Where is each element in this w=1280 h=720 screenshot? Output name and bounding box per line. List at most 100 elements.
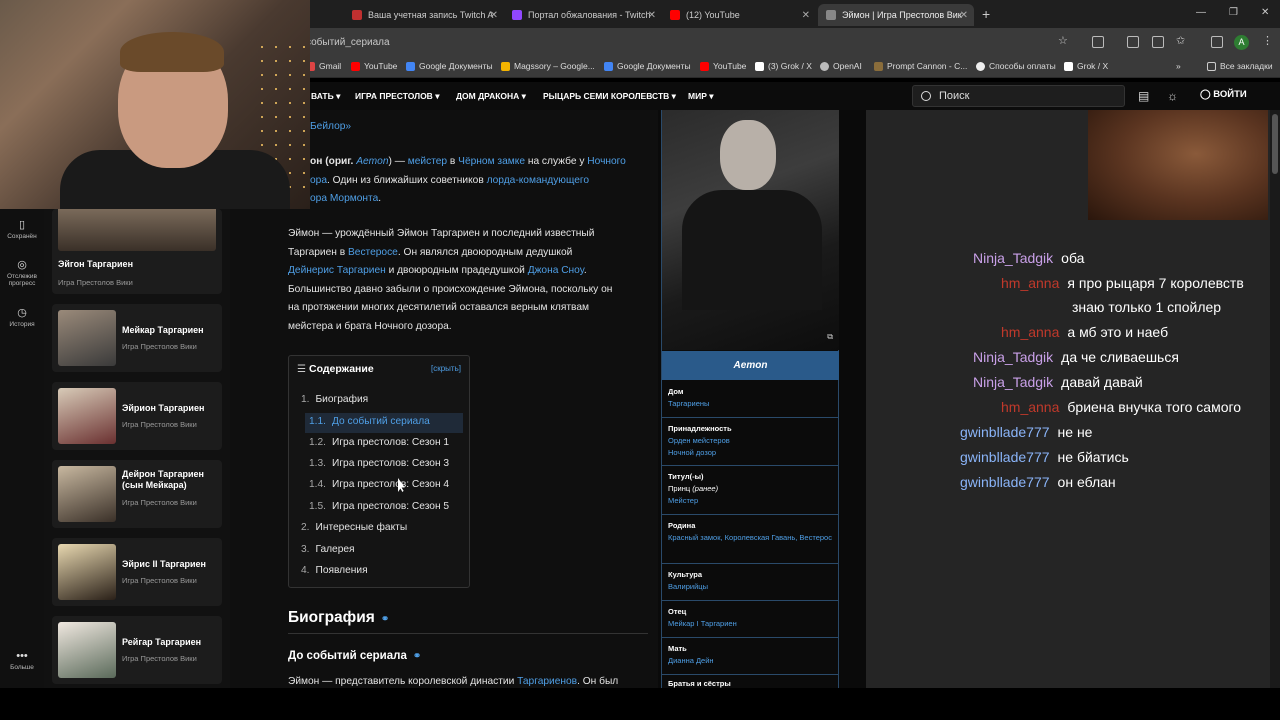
character-portrait[interactable]: ⧉	[662, 110, 839, 350]
article-link[interactable]: Бейлор»	[310, 121, 351, 132]
scrollbar[interactable]	[1270, 110, 1280, 688]
bookmark-gmail[interactable]: Gmail	[306, 61, 341, 71]
theme-toggle-icon[interactable]: ☼	[1167, 89, 1178, 103]
related-card[interactable]: Эйгон Таргариен Игра Престолов Вики	[52, 209, 222, 294]
chat-user[interactable]: hm_anna	[1001, 399, 1059, 415]
link-icon[interactable]: ⚭	[381, 614, 389, 625]
new-tab-button[interactable]: +	[982, 6, 990, 22]
toc-item[interactable]: 1.2. Игра престолов: Сезон 1	[309, 437, 449, 448]
article-link[interactable]: Джона Сноу	[528, 265, 584, 276]
close-icon[interactable]: ✕	[648, 10, 656, 21]
rail-label: Сохранён	[7, 233, 37, 240]
article-link[interactable]: Таргариенов	[517, 676, 577, 687]
bookmark-grok[interactable]: (3) Grok / X	[755, 61, 812, 71]
rail-progress[interactable]: ◎ Отслежив прогресс	[0, 258, 44, 287]
chat-user[interactable]: Ninja_Tadgik	[973, 374, 1053, 390]
toc-item[interactable]: 1.4. Игра престолов: Сезон 4	[309, 479, 449, 490]
related-card[interactable]: Эйрис II Таргариен Игра Престолов Вики	[52, 538, 222, 606]
rail-history[interactable]: ◷ История	[0, 306, 44, 328]
url-field[interactable]: событий_сериала	[306, 37, 390, 48]
chat-user[interactable]: hm_anna	[1001, 324, 1059, 340]
nav-item-knight[interactable]: РЫЦАРЬ СЕМИ КОРОЛЕВСТВ ▾	[543, 91, 676, 102]
toc-item[interactable]: 1.1. До событий сериала	[309, 416, 430, 427]
nav-item-partial[interactable]: ВАТЬ ▾	[311, 91, 340, 102]
bookmark-google-docs-2[interactable]: Google Документы	[604, 61, 691, 71]
bookmarks-overflow-icon[interactable]: »	[1176, 61, 1181, 71]
minimize-button[interactable]: —	[1196, 7, 1206, 18]
infobox-link[interactable]: Ночной дозор	[668, 447, 833, 459]
chat-user[interactable]: hm_anna	[1001, 275, 1059, 291]
chat-user[interactable]: gwinbllade777	[960, 449, 1050, 465]
chat-text: я про рыцаря 7 королевств	[1067, 275, 1244, 291]
profile-avatar[interactable]: A	[1234, 35, 1249, 50]
bookmark-youtube-2[interactable]: YouTube	[700, 61, 746, 71]
article-link[interactable]: Дейнерис Таргариен	[288, 265, 386, 276]
article-link[interactable]: ора Мормонта	[310, 193, 378, 204]
reader-icon[interactable]	[1152, 36, 1164, 48]
close-icon[interactable]: ✕	[960, 10, 968, 21]
all-bookmarks[interactable]: Все закладки	[1207, 61, 1273, 71]
nav-item-hotd[interactable]: ДОМ ДРАКОНА ▾	[456, 91, 526, 102]
scrollbar-thumb[interactable]	[1272, 114, 1278, 174]
nav-item-got[interactable]: ИГРА ПРЕСТОЛОВ ▾	[355, 91, 439, 102]
article-link[interactable]: Чёрном замке	[458, 156, 525, 167]
toc-item[interactable]: 2. Интересные факты	[301, 522, 407, 533]
menu-icon[interactable]: ⋮	[1262, 34, 1274, 47]
close-icon[interactable]: ✕	[490, 10, 498, 21]
chat-user[interactable]: Ninja_Tadgik	[973, 349, 1053, 365]
search-input[interactable]: Поиск	[912, 85, 1125, 107]
check-circle-icon: ◎	[17, 259, 27, 271]
expand-icon[interactable]: ⧉	[827, 332, 833, 342]
screenshot-icon[interactable]	[1127, 36, 1139, 48]
chat-user[interactable]: gwinbllade777	[960, 474, 1050, 490]
article-link[interactable]: ора	[310, 175, 327, 186]
related-card[interactable]: Дейрон Таргариен (сын Мейкара) Игра Прест…	[52, 460, 222, 528]
toc-item[interactable]: 1. Биография	[301, 394, 368, 405]
chat-user[interactable]: gwinbllade777	[960, 424, 1050, 440]
close-icon[interactable]: ✕	[802, 10, 810, 21]
infobox-link[interactable]: Мейстер	[668, 495, 833, 507]
bookmark-youtube[interactable]: YouTube	[351, 61, 397, 71]
rail-saved[interactable]: ▯ Сохранён	[0, 218, 44, 240]
toc-item[interactable]: 1.5. Игра престолов: Сезон 5	[309, 501, 449, 512]
favorites-icon[interactable]: ✩	[1176, 34, 1188, 47]
tab-youtube[interactable]: (12) YouTube ✕	[662, 4, 816, 26]
tab-twitch-account[interactable]: Ваша учетная запись Twitch A ✕	[344, 4, 504, 26]
infobox-link[interactable]: Орден мейстеров	[668, 435, 833, 447]
link-icon[interactable]: ⚭	[413, 651, 421, 662]
bookmark-grok-2[interactable]: Grok / X	[1064, 61, 1108, 71]
infobox-link[interactable]: Валирийцы	[668, 581, 833, 593]
article-link[interactable]: Ночного	[587, 156, 626, 167]
maximize-button[interactable]: ❐	[1229, 7, 1238, 18]
close-window-button[interactable]: ✕	[1261, 7, 1269, 18]
bookmark-prompt-cannon[interactable]: Prompt Cannon - C...	[874, 61, 967, 71]
rail-more[interactable]: ••• Больше	[0, 650, 44, 671]
star-icon[interactable]: ☆	[1058, 34, 1070, 47]
bookmark-magssory[interactable]: Magssory – Google...	[501, 61, 595, 71]
article-link[interactable]: Вестеросе	[348, 247, 398, 258]
infobox-link[interactable]: Мейкар I Таргариен	[668, 618, 833, 630]
related-card[interactable]: Рейгар Таргариен Игра Престолов Вики	[52, 616, 222, 684]
infobox-link[interactable]: Дианна Дейн	[668, 655, 833, 667]
nav-item-world[interactable]: МИР ▾	[688, 91, 714, 102]
related-card[interactable]: Мейкар Таргариен Игра Престолов Вики	[52, 304, 222, 372]
related-card[interactable]: Эйрион Таргариен Игра Престолов Вики	[52, 382, 222, 450]
article-link[interactable]: мейстер	[408, 156, 447, 167]
chat-user[interactable]: Ninja_Tadgik	[973, 250, 1053, 266]
tab-aemon-wiki[interactable]: Эймон | Игра Престолов Вик ✕	[818, 4, 974, 26]
discussion-icon[interactable]: ▤	[1138, 89, 1149, 103]
article-link[interactable]: лорда-командующего	[487, 175, 589, 186]
infobox-link[interactable]: Таргариены	[668, 398, 833, 410]
bookmark-payment[interactable]: Способы оплаты	[976, 61, 1056, 71]
toc-item[interactable]: 4. Появления	[301, 565, 368, 576]
media-icon[interactable]	[1211, 36, 1223, 48]
infobox-link[interactable]: Красный замок, Королевская Гавань, Весте…	[668, 532, 833, 544]
bookmark-openai[interactable]: OpenAI	[820, 61, 862, 71]
toc-item[interactable]: 1.3. Игра престолов: Сезон 3	[309, 458, 449, 469]
tab-twitch-appeal[interactable]: Портал обжалования - Twitch ✕	[504, 4, 662, 26]
bookmark-google-docs[interactable]: Google Документы	[406, 61, 493, 71]
extension-icon[interactable]	[1092, 36, 1104, 48]
toc-item[interactable]: 3. Галерея	[301, 544, 355, 555]
login-button[interactable]: ◯ ВОЙТИ	[1200, 89, 1247, 100]
toc-hide-button[interactable]: [скрыть]	[431, 364, 461, 373]
